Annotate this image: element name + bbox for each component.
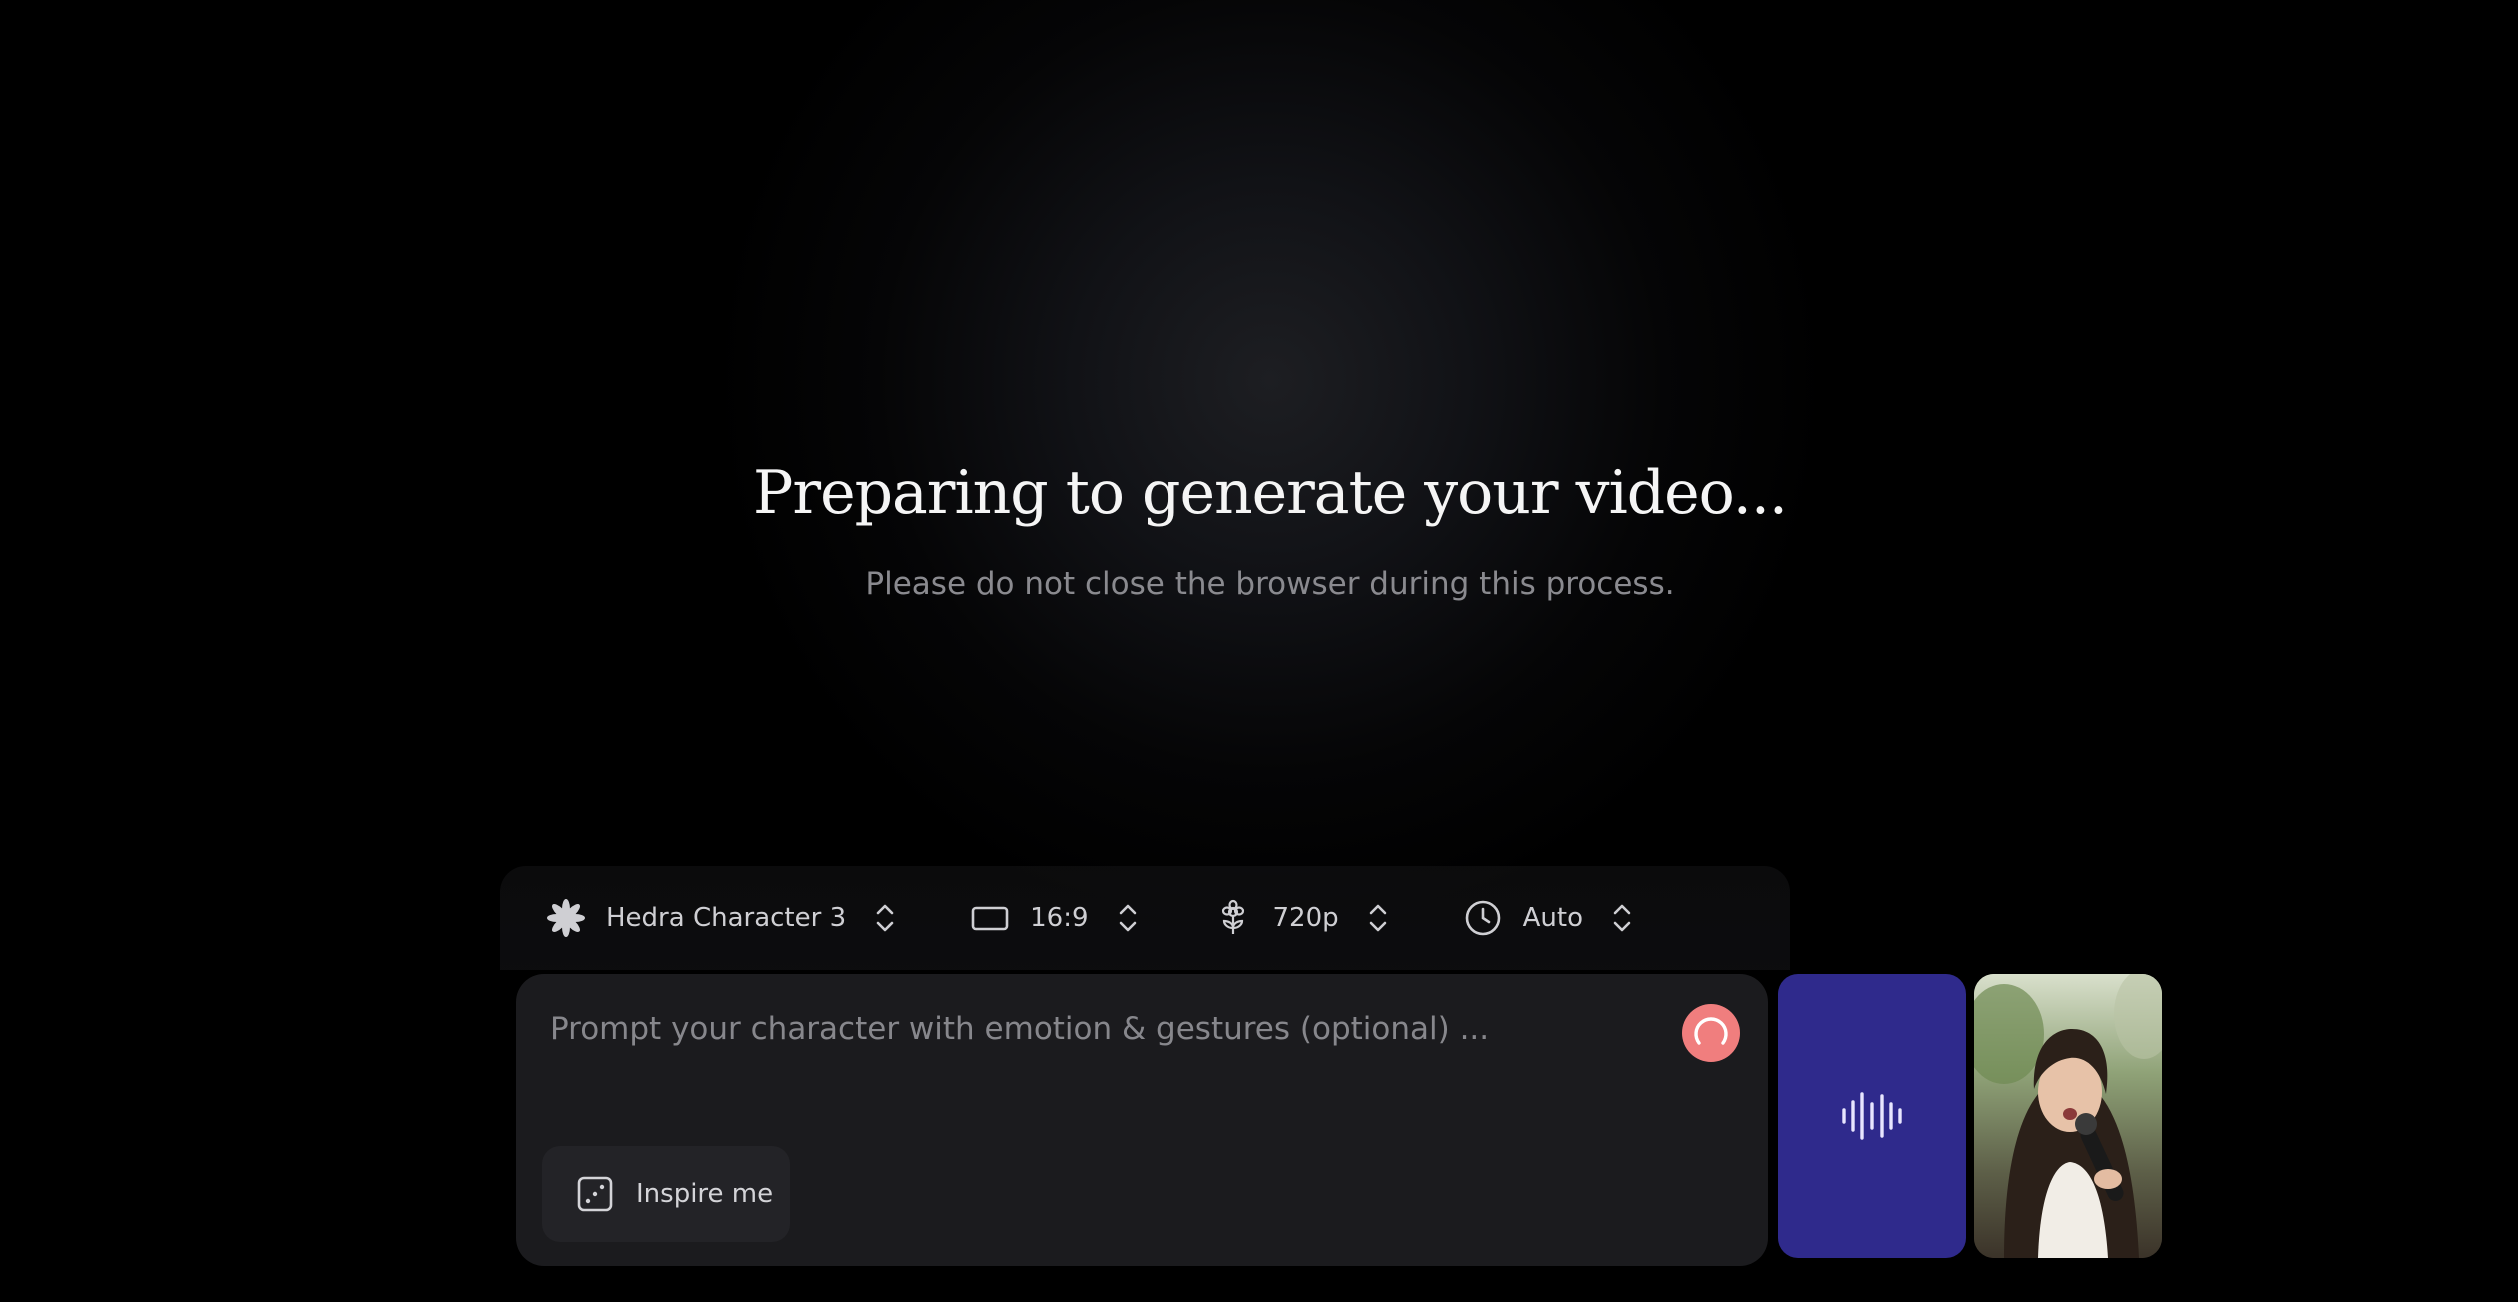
loading-spinner-icon [1682, 1004, 1740, 1062]
model-flower-icon [546, 898, 586, 938]
resolution-label: 720p [1272, 903, 1339, 933]
settings-bar: Hedra Character 3 16:9 720p Auto [500, 866, 1790, 970]
character-thumbnail[interactable] [1974, 974, 2162, 1258]
audio-tile[interactable] [1778, 974, 1966, 1258]
chevron-updown-icon [870, 898, 900, 938]
character-image [1974, 974, 2162, 1258]
page: Preparing to generate your video... Plea… [0, 0, 2518, 1302]
chevron-updown-icon [1113, 898, 1143, 938]
aspect-ratio-selector[interactable]: 16:9 [970, 888, 1142, 948]
status-title: Preparing to generate your video... [753, 458, 1788, 528]
dice-icon [576, 1175, 614, 1213]
audio-waveform-icon [1842, 1092, 1902, 1140]
duration-selector[interactable]: Auto [1463, 888, 1637, 948]
chevron-updown-icon [1607, 898, 1637, 938]
inspire-me-button[interactable]: Inspire me [542, 1146, 790, 1242]
inspire-me-label: Inspire me [636, 1179, 774, 1209]
aspect-ratio-label: 16:9 [1030, 903, 1089, 933]
resolution-selector[interactable]: 720p [1213, 888, 1393, 948]
model-label: Hedra Character 3 [606, 903, 847, 933]
chevron-updown-icon [1363, 898, 1393, 938]
prompt-panel: Inspire me [516, 974, 1768, 1266]
status-subtitle: Please do not close the browser during t… [865, 566, 1675, 602]
duration-label: Auto [1522, 903, 1584, 933]
clock-icon [1463, 898, 1503, 938]
prompt-input[interactable] [550, 1004, 1650, 1054]
aspect-ratio-icon [970, 898, 1010, 938]
model-selector[interactable]: Hedra Character 3 [546, 888, 900, 948]
resolution-flower-icon [1213, 898, 1253, 938]
